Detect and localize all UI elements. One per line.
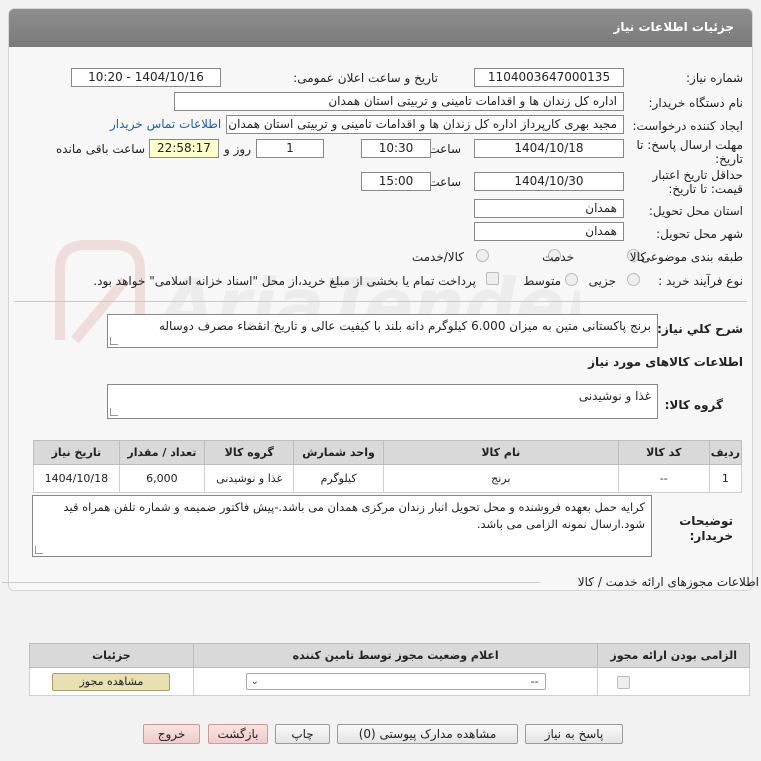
payment-note: پرداخت تمام یا بخشی از مبلغ خرید،از محل …: [93, 274, 476, 288]
need-number-label: شماره نیاز:: [686, 71, 743, 85]
resize-handle[interactable]: [110, 408, 118, 416]
city-label: شهر محل تحویل:: [656, 227, 743, 241]
deadline-label-date: تاریخ:: [715, 152, 743, 166]
buyer-notes-textarea[interactable]: کرایه حمل بعهده فروشنده و محل تحویل انبا…: [32, 495, 652, 557]
buyer-notes-text: کرایه حمل بعهده فروشنده و محل تحویل انبا…: [63, 500, 645, 531]
province-label: استان محل تحویل:: [648, 204, 743, 218]
cell-required: [597, 667, 750, 696]
col-header-unit: واحد شمارش: [293, 440, 384, 465]
need-number-field[interactable]: 1104003647000135: [474, 68, 624, 87]
cell-group: غذا و نوشیدنی: [204, 464, 295, 493]
panel-header: جزئیات اطلاعات نیاز: [9, 9, 752, 47]
remaining-label: ساعت باقی مانده: [55, 142, 145, 156]
category-label: طبقه بندی موضوعی:: [636, 250, 743, 264]
col-header-group: گروه کالا: [204, 440, 295, 465]
col-header-code: کد کالا: [617, 440, 710, 465]
deadline-label: مهلت ارسال پاسخ: تا: [636, 138, 743, 152]
resize-handle[interactable]: [110, 337, 118, 345]
days-label: روز و: [224, 142, 251, 156]
cell-code: --: [617, 464, 710, 493]
validity-time-label: ساعت: [428, 175, 461, 189]
days-field[interactable]: 1: [256, 139, 324, 158]
validity-time-field[interactable]: 15:00: [361, 172, 431, 191]
buyer-notes-label-2: خریدار:: [689, 529, 733, 543]
col-header-date: تاریخ نیاز: [33, 440, 120, 465]
status-select-value: --: [530, 675, 539, 688]
goods-group-label: گروه کالا:: [664, 398, 723, 412]
summary-textarea[interactable]: برنج پاکستانی متین به میزان 6.000 کیلوگر…: [107, 314, 658, 348]
category-option-service: خدمت: [542, 250, 574, 264]
cell-status: -- ⌄: [192, 667, 599, 696]
process-option-medium: متوسط: [523, 274, 561, 288]
permits-table: الزامی بودن ارائه مجوز اعلام وضعیت مجوز …: [29, 643, 750, 696]
summary-label: شرح کلي نياز:: [657, 322, 743, 336]
col-header-row: ردیف: [708, 440, 743, 465]
buyer-org-label: نام دستگاه خریدار:: [648, 96, 744, 110]
process-label: نوع فرآیند خرید :: [658, 274, 743, 288]
chevron-down-icon: ⌄: [250, 676, 260, 687]
goods-group-textarea[interactable]: غذا و نوشیدنی: [107, 384, 658, 419]
required-checkbox[interactable]: [617, 675, 631, 689]
treasury-checkbox[interactable]: [486, 272, 499, 285]
exit-button[interactable]: خروج: [143, 724, 200, 744]
province-field[interactable]: همدان: [474, 199, 624, 218]
divider: [14, 301, 747, 302]
process-option-minor: جزیی: [588, 274, 616, 288]
page-title: جزئیات اطلاعات نیاز: [613, 20, 734, 34]
cell-qty: 6,000: [118, 464, 206, 493]
category-option-goods: کالا: [629, 250, 646, 264]
requester-field[interactable]: مجید بهری کارپرداز اداره کل زندان ها و ا…: [226, 115, 624, 134]
validity-label-date: قیمت: تا تاریخ:: [668, 182, 743, 196]
col-header-name: نام کالا: [382, 440, 619, 465]
deadline-date-field[interactable]: 1404/10/18: [474, 139, 624, 158]
buyer-notes-label: توضیحات: [679, 514, 733, 528]
category-option-both: کالا/خدمت: [411, 250, 464, 264]
attachments-button[interactable]: مشاهده مدارک پیوستی (0): [337, 724, 518, 744]
announce-field[interactable]: 1404/10/16 - 10:20: [71, 68, 221, 87]
process-radio-medium[interactable]: [565, 273, 578, 286]
deadline-time-label: ساعت: [428, 142, 461, 156]
cell-date: 1404/10/18: [33, 464, 120, 493]
process-radio-minor[interactable]: [627, 273, 640, 286]
remaining-time-field: 22:58:17: [149, 139, 219, 158]
contact-buyer-link[interactable]: اطلاعات تماس خریدار: [110, 117, 221, 131]
print-button[interactable]: چاپ: [275, 724, 330, 744]
view-permit-button[interactable]: مشاهده مجوز: [52, 672, 171, 691]
deadline-time-field[interactable]: 10:30: [361, 139, 431, 158]
col-header-qty: تعداد / مقدار: [118, 440, 206, 465]
goods-table: ردیف کد کالا نام کالا واحد شمارش گروه کا…: [33, 440, 743, 493]
requester-label: ایجاد کننده درخواست:: [632, 119, 743, 133]
col-header-required: الزامی بودن ارائه مجوز: [597, 643, 750, 668]
cell-name: برنج: [382, 464, 619, 493]
divider: [2, 582, 540, 583]
validity-label: حداقل تاریخ اعتبار: [652, 168, 743, 182]
back-button[interactable]: بازگشت: [208, 724, 268, 744]
reply-button[interactable]: پاسخ به نیاز: [525, 724, 623, 744]
goods-group-value: غذا و نوشیدنی: [578, 389, 651, 403]
summary-text: برنج پاکستانی متین به میزان 6.000 کیلوگر…: [158, 319, 651, 333]
category-radio-both[interactable]: [476, 249, 489, 262]
permits-title: اطلاعات مجوزهای ارائه خدمت / کالا: [577, 575, 759, 589]
resize-handle[interactable]: [35, 546, 43, 554]
table-row: -- ⌄ مشاهده مجوز: [29, 667, 750, 696]
cell-unit: کیلوگرم: [293, 464, 384, 493]
announce-label: تاریخ و ساعت اعلان عمومی:: [293, 71, 438, 85]
col-header-details: جزئیات: [29, 643, 194, 668]
table-row: 1 -- برنج کیلوگرم غذا و نوشیدنی 6,000 14…: [33, 464, 743, 493]
validity-date-field[interactable]: 1404/10/30: [474, 172, 624, 191]
cell-row: 1: [708, 464, 743, 493]
col-header-status: اعلام وضعیت مجوز توسط تامین کننده: [192, 643, 599, 668]
buyer-org-field[interactable]: اداره کل زندان ها و اقدامات تامینی و ترب…: [174, 92, 624, 111]
cell-details: مشاهده مجوز: [29, 667, 194, 696]
status-select[interactable]: -- ⌄: [245, 673, 546, 690]
city-field[interactable]: همدان: [474, 222, 624, 241]
goods-section-title: اطلاعات کالاهای مورد نیاز: [588, 355, 743, 369]
